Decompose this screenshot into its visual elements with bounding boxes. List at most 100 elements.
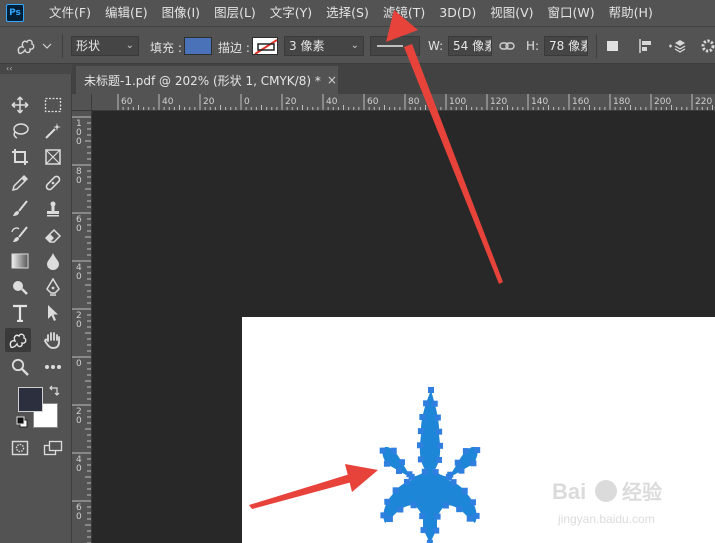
pen-tool-icon[interactable] [40, 275, 66, 299]
path-alignment-icon[interactable] [638, 38, 654, 57]
height-input[interactable]: 78 像素 [544, 36, 588, 56]
ruler-label: 160 [572, 97, 589, 107]
fill-label: 填充 : [150, 41, 182, 55]
hand-tool-icon[interactable] [40, 328, 66, 352]
anchor-point [470, 460, 477, 467]
eyedropper-tool-icon[interactable] [7, 171, 33, 195]
ruler-origin[interactable] [72, 94, 92, 111]
path-arrangement-icon[interactable] [667, 37, 687, 58]
menu-layer[interactable]: 图层(L) [207, 0, 263, 26]
anchor-point [390, 447, 397, 454]
ruler-label: 120 [490, 97, 507, 107]
lasso-tool-icon[interactable] [7, 119, 33, 143]
width-input[interactable]: 54 像素 [448, 36, 492, 56]
anchor-point [461, 487, 468, 494]
close-icon[interactable]: × [327, 73, 337, 87]
stroke-color-swatch[interactable] [252, 37, 278, 55]
path-operations-icon[interactable] [605, 38, 621, 57]
ruler-label: 60 [121, 97, 133, 107]
menu-type[interactable]: 文字(Y) [263, 0, 319, 26]
anchor-point [469, 499, 476, 506]
chevron-down-icon: ⌄ [406, 40, 415, 51]
brush-tool-icon[interactable] [7, 197, 33, 221]
anchor-point [384, 498, 391, 505]
quick-mask-icon[interactable] [7, 436, 33, 460]
vertical-ruler[interactable]: 100806040200204060 [72, 111, 92, 543]
stroke-type-select[interactable]: ⌄ [370, 36, 420, 56]
anchor-point [423, 400, 430, 407]
document-canvas[interactable]: Bai 经验 jingyan.baidu.com [242, 317, 715, 543]
ruler-label: 0 [76, 224, 82, 234]
anchor-point [437, 442, 444, 449]
healing-brush-tool-icon[interactable] [40, 171, 66, 195]
watermark-url: jingyan.baidu.com [557, 512, 655, 526]
ruler-label: 0 [76, 512, 82, 522]
clone-stamp-tool-icon[interactable] [40, 197, 66, 221]
document-tab-title: 未标题-1.pdf @ 202% (形状 1, CMYK/8) * [84, 73, 321, 88]
stroke-width-select[interactable]: 3 像素 ⌄ [284, 36, 364, 56]
ruler-label: 0 [76, 320, 82, 330]
chevron-down-icon: ⌄ [125, 40, 134, 51]
ruler-label: 0 [76, 272, 82, 282]
menu-edit[interactable]: 编辑(E) [98, 0, 155, 26]
horizontal-ruler[interactable]: 60 40 20 0 20 40 60 80 100 120 140 160 180 200 220 [92, 94, 715, 111]
ruler-label: 0 [76, 137, 82, 147]
menu-select[interactable]: 选择(S) [319, 0, 376, 26]
screen-mode-icon[interactable] [40, 436, 66, 460]
menu-image[interactable]: 图像(I) [155, 0, 207, 26]
eraser-tool-icon[interactable] [40, 223, 66, 247]
anchor-point [383, 460, 390, 467]
marquee-tool-icon[interactable] [40, 93, 66, 117]
swap-colors-icon[interactable] [48, 385, 60, 400]
anchor-point [434, 414, 441, 421]
anchor-point [379, 447, 386, 454]
zoom-tool-icon[interactable] [7, 355, 33, 379]
menu-file[interactable]: 文件(F) [42, 0, 98, 26]
path-selection-tool-icon[interactable] [40, 301, 66, 325]
canvas-svg: Bai 经验 jingyan.baidu.com [379, 387, 662, 543]
fill-color-swatch[interactable] [184, 37, 212, 55]
menu-window[interactable]: 窗口(W) [541, 0, 602, 26]
anchor-point [416, 442, 423, 449]
magic-wand-tool-icon[interactable] [40, 119, 66, 143]
tool-mode-select[interactable]: 形状 ⌄ [71, 36, 139, 56]
panel-collapse-bar[interactable]: ‹‹ [0, 64, 72, 74]
default-colors-icon[interactable] [16, 416, 28, 431]
custom-shape-tool-preset-icon[interactable] [16, 36, 54, 56]
menu-help[interactable]: 帮助(H) [602, 0, 660, 26]
menu-filter[interactable]: 滤镜(T) [376, 0, 432, 26]
canvas-pasteboard[interactable]: Bai 经验 jingyan.baidu.com [92, 111, 715, 543]
stroke-label: 描边 : [218, 41, 250, 55]
anchor-point [432, 469, 439, 476]
anchor-point [406, 471, 413, 478]
ruler-label: 60 [367, 97, 379, 107]
anchor-point [396, 467, 403, 474]
fleur-de-lis-shape [382, 390, 478, 543]
ruler-label: 200 [654, 97, 671, 107]
menu-view[interactable]: 视图(V) [483, 0, 540, 26]
dodge-tool-icon[interactable] [7, 275, 33, 299]
gear-icon[interactable] [700, 37, 715, 58]
document-tab-bar: 未标题-1.pdf @ 202% (形状 1, CMYK/8) * × [72, 64, 715, 94]
more-tools-icon[interactable] [40, 355, 66, 379]
ruler-label: 20 [203, 97, 215, 107]
anchor-point [434, 513, 441, 520]
gradient-tool-icon[interactable] [7, 249, 33, 273]
anchor-point [456, 506, 463, 513]
anchor-point [419, 414, 426, 421]
history-brush-tool-icon[interactable] [7, 223, 33, 247]
frame-tool-icon[interactable] [40, 145, 66, 169]
crop-tool-icon[interactable] [7, 145, 33, 169]
document-tab[interactable]: 未标题-1.pdf @ 202% (形状 1, CMYK/8) * × [76, 66, 338, 94]
foreground-color-swatch[interactable] [18, 387, 43, 412]
tool-mode-value: 形状 [76, 39, 101, 53]
type-tool-icon[interactable] [7, 301, 33, 325]
anchor-point [417, 456, 424, 463]
link-icon[interactable] [499, 38, 515, 57]
custom-shape-tool-icon[interactable] [5, 328, 31, 352]
anchor-point [380, 512, 387, 519]
menu-3d[interactable]: 3D(D) [432, 0, 483, 26]
anchor-point [428, 387, 434, 393]
move-tool-icon[interactable] [7, 93, 33, 117]
blur-tool-icon[interactable] [40, 249, 66, 273]
